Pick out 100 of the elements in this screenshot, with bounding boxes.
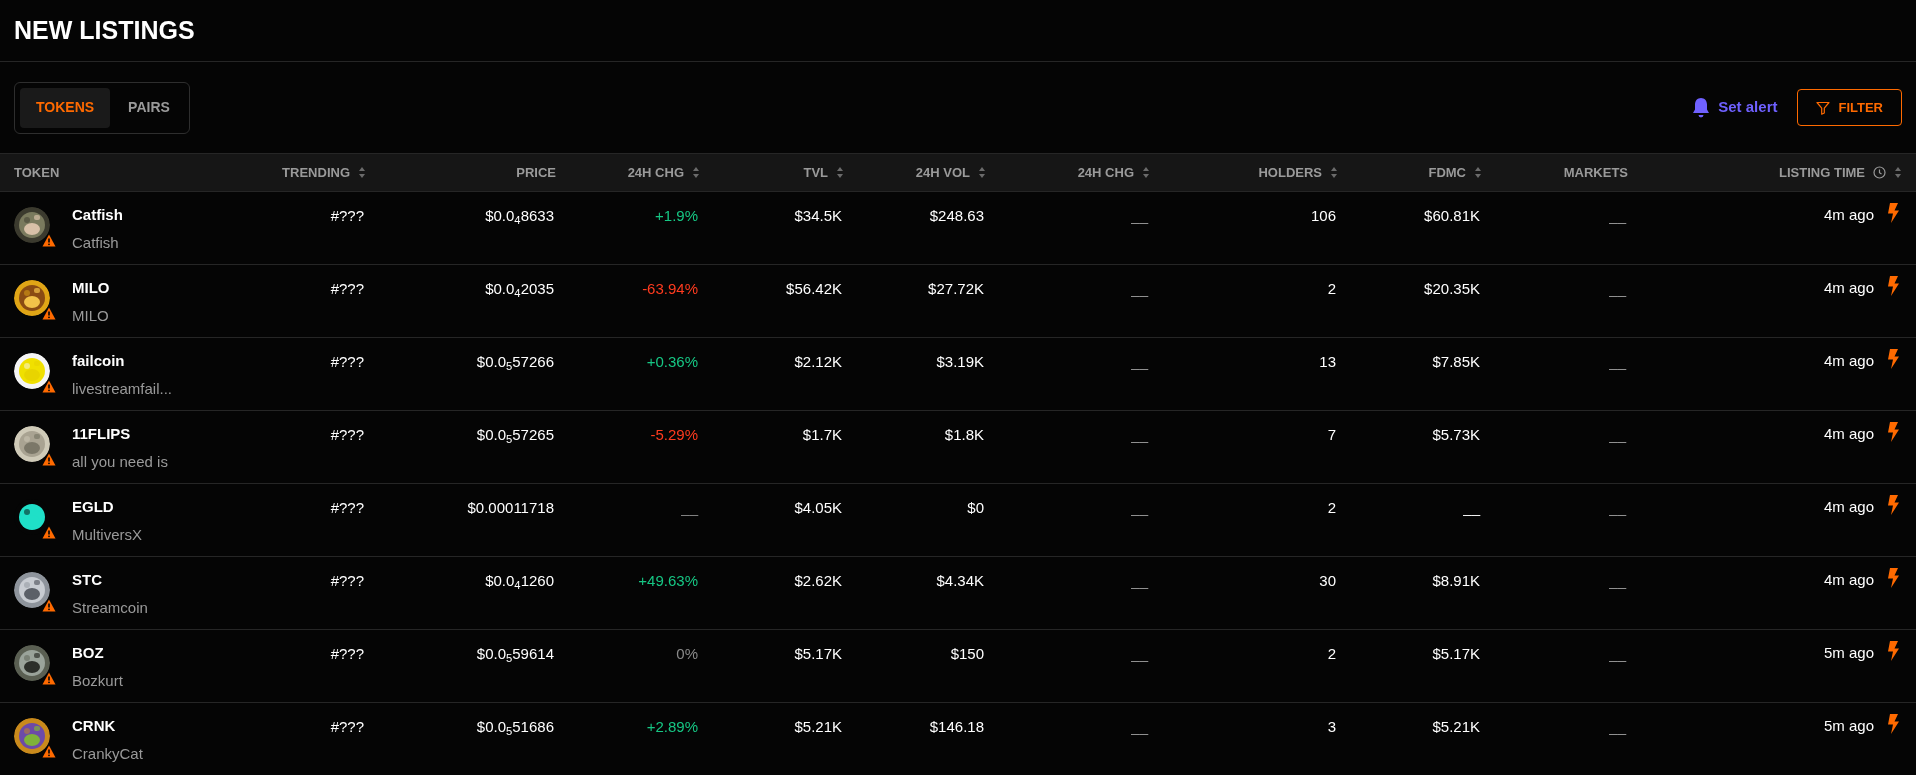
token-symbol[interactable]: Catfish — [72, 204, 123, 227]
column-header: HOLDERS — [1258, 163, 1322, 182]
fdmc-value: $5.21K — [1432, 718, 1480, 735]
column-header: 24H VOL — [915, 163, 970, 182]
price-value: $0.0$_{4}$8633 — [485, 207, 554, 224]
filter-button[interactable]: FILTER — [1797, 89, 1902, 126]
markets-value: __ — [1609, 207, 1626, 224]
token-name: livestreamfail... — [72, 378, 173, 399]
price-value: $0.0$_{5}$57266 — [476, 353, 554, 370]
sort-icon[interactable] — [1142, 166, 1150, 179]
tvl-value: $1.7K — [802, 426, 842, 443]
markets-value: __ — [1609, 499, 1626, 516]
holders-count: 106 — [1310, 207, 1336, 224]
token-symbol[interactable]: CRNK — [72, 715, 143, 738]
sort-icon[interactable] — [1474, 166, 1482, 179]
change-value: 0% — [676, 645, 698, 662]
trending-rank: #??? — [330, 426, 364, 443]
token-symbol[interactable]: BOZ — [72, 642, 123, 665]
token-symbol[interactable]: STC — [72, 569, 148, 592]
markets-value: __ — [1609, 426, 1626, 443]
change-value: -63.94% — [642, 280, 698, 297]
bell-icon — [1692, 96, 1711, 119]
price-value: $0.0$_{5}$57265 — [476, 426, 554, 443]
holders-count: 2 — [1327, 280, 1336, 297]
sort-icon[interactable] — [1894, 166, 1902, 179]
sort-icon[interactable] — [836, 166, 844, 179]
lightning-icon[interactable] — [1886, 713, 1900, 735]
sort-icon[interactable] — [692, 166, 700, 179]
change-value: __ — [1131, 718, 1148, 735]
token-symbol[interactable]: MILO — [72, 277, 110, 300]
listing-time: 5m ago — [1823, 716, 1874, 736]
token-symbol[interactable]: EGLD — [72, 496, 142, 519]
tab[interactable]: TOKENS — [20, 87, 111, 128]
trending-rank: #??? — [330, 353, 364, 370]
tvl-value: $56.42K — [786, 280, 842, 297]
lightning-icon[interactable] — [1886, 202, 1900, 224]
fdmc-value: $7.85K — [1432, 353, 1480, 370]
fdmc-value: $5.73K — [1432, 426, 1480, 443]
column-header: PRICE — [516, 163, 556, 182]
token-name: Streamcoin — [72, 597, 148, 618]
change-value: __ — [1131, 572, 1148, 589]
markets-value: __ — [1609, 645, 1626, 662]
trending-rank: #??? — [330, 572, 364, 589]
set-alert-button[interactable]: Set alert — [1692, 96, 1778, 119]
token-symbol[interactable]: failcoin — [72, 350, 173, 373]
tvl-value: $5.21K — [794, 718, 842, 735]
fdmc-value: $20.35K — [1424, 280, 1480, 297]
tab[interactable]: PAIRS — [114, 87, 184, 128]
token-name: Bozkurt — [72, 670, 123, 691]
fdmc-value: $60.81K — [1424, 207, 1480, 224]
sort-icon[interactable] — [358, 166, 366, 179]
lightning-icon[interactable] — [1886, 421, 1900, 443]
volume-value: $0 — [967, 499, 984, 516]
markets-value: __ — [1609, 353, 1626, 370]
column-header: MARKETS — [1563, 163, 1628, 182]
listing-time: 4m ago — [1823, 497, 1874, 517]
listing-time: 4m ago — [1823, 570, 1874, 590]
volume-value: $146.18 — [929, 718, 984, 735]
price-value: $0.0$_{5}$51686 — [476, 718, 554, 735]
trending-rank: #??? — [330, 718, 364, 735]
markets-value: __ — [1609, 718, 1626, 735]
change-value: __ — [1131, 207, 1148, 224]
change-value: __ — [1131, 280, 1148, 297]
tvl-value: $34.5K — [794, 207, 842, 224]
token-name: all you need is — [72, 451, 168, 472]
holders-count: 2 — [1327, 499, 1336, 516]
change-value: +49.63% — [638, 572, 698, 589]
trending-rank: #??? — [330, 645, 364, 662]
holders-count: 30 — [1319, 572, 1336, 589]
holders-count: 13 — [1319, 353, 1336, 370]
sort-icon[interactable] — [978, 166, 986, 179]
listing-time: 5m ago — [1823, 643, 1874, 663]
volume-value: $248.63 — [929, 207, 984, 224]
change-value: __ — [1131, 499, 1148, 516]
sort-icon[interactable] — [1330, 166, 1338, 179]
markets-value: __ — [1609, 280, 1626, 297]
listing-time: 4m ago — [1823, 205, 1874, 225]
change-value: +2.89% — [646, 718, 698, 735]
trending-rank: #??? — [330, 499, 364, 516]
change-value: +1.9% — [655, 207, 698, 224]
trending-rank: #??? — [330, 280, 364, 297]
column-header: TRENDING — [282, 163, 350, 182]
lightning-icon[interactable] — [1886, 567, 1900, 589]
token-name: MILO — [72, 305, 110, 326]
lightning-icon[interactable] — [1886, 640, 1900, 662]
token-name: Catfish — [72, 232, 120, 253]
token-symbol[interactable]: 11FLIPS — [72, 423, 168, 446]
column-header: 24H CHG — [1077, 163, 1134, 182]
lightning-icon[interactable] — [1886, 494, 1900, 516]
volume-value: $27.72K — [928, 280, 984, 297]
change-value: __ — [1131, 645, 1148, 662]
lightning-icon[interactable] — [1886, 348, 1900, 370]
tvl-value: $2.62K — [794, 572, 842, 589]
lightning-icon[interactable] — [1886, 275, 1900, 297]
price-value: $0.0$_{4}$1260 — [485, 572, 554, 589]
filter-icon — [1816, 100, 1831, 115]
holders-count: 7 — [1327, 426, 1336, 443]
column-header: TVL — [803, 163, 828, 182]
volume-value: $4.34K — [936, 572, 984, 589]
change-value: -5.29% — [650, 426, 698, 443]
